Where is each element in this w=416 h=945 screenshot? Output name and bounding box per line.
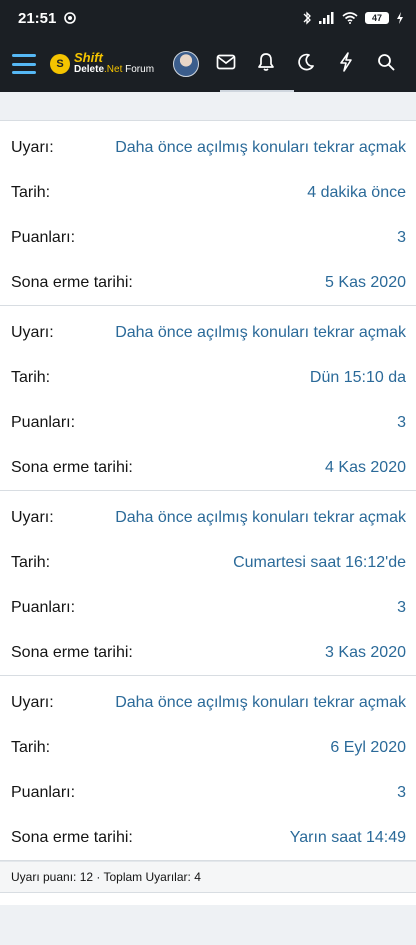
expiry-value[interactable]: Yarın saat 14:49	[290, 829, 406, 847]
points-row: Puanları: 3	[0, 400, 416, 445]
logo-shift-text: Shift	[74, 50, 103, 65]
lightning-icon	[339, 51, 353, 77]
warning-link[interactable]: Daha önce açılmış konuları tekrar açmak	[115, 139, 406, 157]
warning-row: Uyarı: Daha önce açılmış konuları tekrar…	[0, 680, 416, 725]
menu-icon[interactable]	[12, 54, 36, 74]
points-label: Puanları:	[11, 228, 76, 246]
warning-label: Uyarı:	[11, 323, 54, 341]
date-label: Tarih:	[11, 368, 51, 386]
battery-icon: 47	[365, 12, 389, 24]
warning-row: Uyarı: Daha önce açılmış konuları tekrar…	[0, 125, 416, 170]
charging-icon	[396, 12, 404, 24]
date-value[interactable]: 4 dakika önce	[307, 184, 406, 202]
date-label: Tarih:	[11, 183, 51, 201]
date-row: Tarih: 4 dakika önce	[0, 170, 416, 215]
warnings-list: Uyarı: Daha önce açılmış konuları tekrar…	[0, 121, 416, 893]
date-row: Tarih: Cumartesi saat 16:12'de	[0, 540, 416, 585]
breadcrumb-bar	[0, 92, 416, 121]
expiry-row: Sona erme tarihi: 3 Kas 2020	[0, 630, 416, 675]
points-row: Puanları: 3	[0, 770, 416, 815]
warning-row: Uyarı: Daha önce açılmış konuları tekrar…	[0, 310, 416, 355]
points-value: 3	[397, 783, 406, 801]
points-value: 3	[397, 598, 406, 616]
warning-item: Uyarı: Daha önce açılmış konuları tekrar…	[0, 676, 416, 861]
user-avatar-button[interactable]	[166, 44, 206, 84]
date-label: Tarih:	[11, 738, 51, 756]
expiry-value[interactable]: 3 Kas 2020	[325, 644, 406, 662]
date-value[interactable]: 6 Eyl 2020	[330, 739, 406, 757]
dark-mode-button[interactable]	[286, 44, 326, 84]
expiry-label: Sona erme tarihi:	[11, 458, 133, 476]
expiry-row: Sona erme tarihi: Yarın saat 14:49	[0, 815, 416, 860]
page-footer-bar	[0, 905, 416, 945]
active-tab-indicator	[220, 90, 294, 92]
site-logo[interactable]: S Shift Delete.Net Forum	[50, 50, 155, 76]
alerts-button[interactable]	[246, 44, 286, 84]
date-label: Tarih:	[11, 553, 51, 571]
status-bar: 21:51 47	[0, 0, 416, 36]
date-value[interactable]: Cumartesi saat 16:12'de	[233, 554, 406, 572]
warning-item: Uyarı: Daha önce açılmış konuları tekrar…	[0, 306, 416, 491]
warning-summary: Uyarı puanı: 12 · Toplam Uyarılar: 4	[0, 861, 416, 893]
warning-label: Uyarı:	[11, 693, 54, 711]
points-value: 3	[397, 413, 406, 431]
warning-item: Uyarı: Daha önce açılmış konuları tekrar…	[0, 491, 416, 676]
date-row: Tarih: Dün 15:10 da	[0, 355, 416, 400]
envelope-icon	[216, 54, 236, 75]
bell-icon	[257, 52, 275, 77]
expiry-label: Sona erme tarihi:	[11, 643, 133, 661]
points-row: Puanları: 3	[0, 585, 416, 630]
expiry-value[interactable]: 5 Kas 2020	[325, 274, 406, 292]
bluetooth-icon	[302, 11, 312, 25]
status-time: 21:51	[18, 9, 57, 27]
whats-new-button[interactable]	[326, 44, 366, 84]
expiry-row: Sona erme tarihi: 4 Kas 2020	[0, 445, 416, 490]
warning-row: Uyarı: Daha önce açılmış konuları tekrar…	[0, 495, 416, 540]
signal-icon	[319, 12, 335, 24]
warning-link[interactable]: Daha önce açılmış konuları tekrar açmak	[115, 509, 406, 527]
date-value[interactable]: Dün 15:10 da	[310, 369, 406, 387]
expiry-row: Sona erme tarihi: 5 Kas 2020	[0, 260, 416, 305]
app-header: S Shift Delete.Net Forum	[0, 36, 416, 92]
points-value: 3	[397, 228, 406, 246]
warning-link[interactable]: Daha önce açılmış konuları tekrar açmak	[115, 694, 406, 712]
logo-mark: S	[50, 54, 70, 74]
points-label: Puanları:	[11, 783, 76, 801]
warning-item: Uyarı: Daha önce açılmış konuları tekrar…	[0, 121, 416, 306]
points-row: Puanları: 3	[0, 215, 416, 260]
expiry-value[interactable]: 4 Kas 2020	[325, 459, 406, 477]
expiry-label: Sona erme tarihi:	[11, 273, 133, 291]
wifi-icon	[342, 12, 358, 24]
points-label: Puanları:	[11, 598, 76, 616]
warning-link[interactable]: Daha önce açılmış konuları tekrar açmak	[115, 324, 406, 342]
warning-label: Uyarı:	[11, 138, 54, 156]
points-label: Puanları:	[11, 413, 76, 431]
date-row: Tarih: 6 Eyl 2020	[0, 725, 416, 770]
expiry-label: Sona erme tarihi:	[11, 828, 133, 846]
moon-icon	[297, 53, 315, 76]
notification-circle-icon	[64, 12, 77, 24]
search-icon	[377, 53, 395, 76]
inbox-button[interactable]	[206, 44, 246, 84]
logo-subtitle: Delete.Net Forum	[74, 64, 155, 75]
warning-label: Uyarı:	[11, 508, 54, 526]
search-button[interactable]	[366, 44, 406, 84]
avatar	[173, 51, 199, 77]
